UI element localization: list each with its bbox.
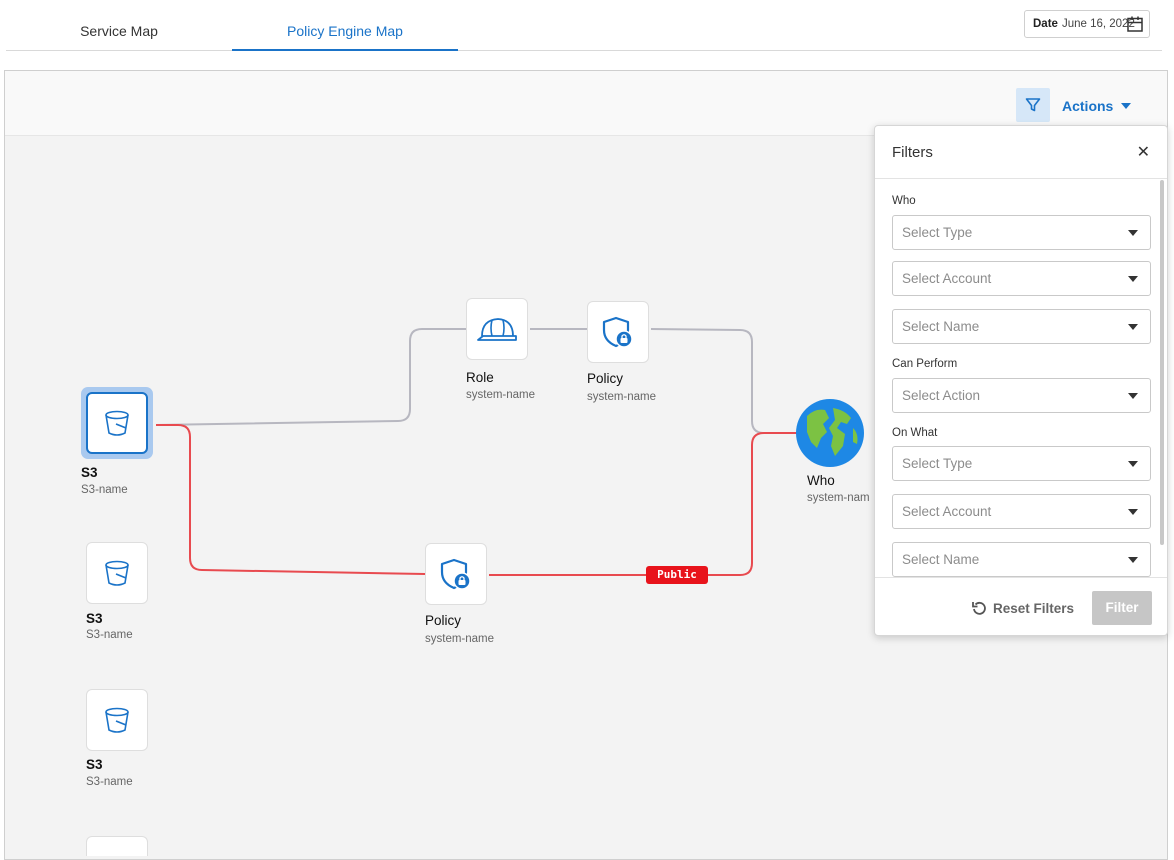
section-who-label: Who — [892, 195, 916, 207]
close-icon[interactable]: ✕ — [1137, 142, 1150, 162]
edge-s3-role — [155, 328, 466, 426]
who-type-placeholder: Select Type — [902, 225, 973, 240]
node-policy-top-subtitle: system-name — [587, 391, 657, 403]
who-account-select[interactable]: Select Account — [892, 261, 1151, 296]
chevron-down-icon — [1128, 509, 1138, 515]
section-can-perform-label: Can Perform — [892, 358, 958, 370]
filter-icon — [1025, 98, 1041, 112]
on-what-name-select[interactable]: Select Name — [892, 542, 1151, 577]
reset-filters-label: Reset Filters — [993, 600, 1075, 616]
shield-lock-icon — [602, 316, 633, 348]
filters-scrollbar[interactable] — [1160, 180, 1164, 545]
edge-policy-who-public — [489, 432, 800, 576]
node-s3-2-title: S3 — [86, 611, 103, 626]
node-s3-2-subtitle: S3-name — [86, 629, 133, 641]
chevron-down-icon — [1128, 324, 1138, 330]
action-placeholder: Select Action — [902, 388, 981, 403]
public-edge-badge: Public — [646, 566, 708, 584]
actions-dropdown[interactable]: Actions — [1062, 98, 1132, 114]
node-role-subtitle: system-name — [466, 389, 536, 401]
node-who-subtitle: system-nam — [807, 492, 870, 504]
reset-icon — [972, 601, 986, 615]
who-name-placeholder: Select Name — [902, 319, 980, 334]
filter-submit-button[interactable]: Filter — [1092, 591, 1152, 625]
filter-toggle-button[interactable] — [1016, 88, 1050, 122]
shield-lock-icon — [440, 558, 471, 590]
who-account-placeholder: Select Account — [902, 271, 992, 286]
node-policy-bottom[interactable] — [425, 543, 487, 605]
actions-label: Actions — [1062, 98, 1114, 114]
node-policy-bottom-title: Policy — [425, 613, 462, 628]
can-perform-action-select[interactable]: Select Action — [892, 378, 1151, 413]
who-name-select[interactable]: Select Name — [892, 309, 1151, 344]
node-s3-subtitle: S3-name — [81, 484, 128, 496]
on-what-type-select[interactable]: Select Type — [892, 446, 1151, 481]
reset-filters-button[interactable]: Reset Filters — [971, 600, 1074, 616]
filters-title: Filters — [892, 144, 933, 161]
filters-panel: Filters ✕ Who Select Type Select Account… — [874, 125, 1168, 636]
on-what-account-placeholder: Select Account — [902, 504, 992, 519]
chevron-down-icon — [1128, 393, 1138, 399]
hardhat-icon — [477, 318, 517, 341]
filters-header: Filters ✕ — [875, 126, 1167, 179]
node-role[interactable] — [466, 298, 528, 360]
edge-policy-who — [650, 328, 800, 434]
section-on-what-label: On What — [892, 427, 938, 439]
node-s3-3-subtitle: S3-name — [86, 776, 133, 788]
node-s3-2[interactable] — [86, 542, 148, 604]
chevron-down-icon — [1128, 557, 1138, 563]
node-policy-bottom-subtitle: system-name — [425, 633, 495, 645]
on-what-type-placeholder: Select Type — [902, 456, 973, 471]
node-s3-3-title: S3 — [86, 757, 103, 772]
on-what-name-placeholder: Select Name — [902, 552, 980, 567]
chevron-down-icon — [1128, 276, 1138, 282]
node-s3-selected[interactable] — [81, 387, 153, 459]
bucket-icon — [105, 560, 129, 586]
bucket-icon — [105, 707, 129, 733]
chevron-down-icon — [1121, 103, 1132, 109]
globe-icon[interactable] — [795, 398, 865, 468]
on-what-account-select[interactable]: Select Account — [892, 494, 1151, 529]
edge-s3-policy-public — [156, 424, 426, 575]
chevron-down-icon — [1128, 230, 1138, 236]
node-s3-4-partial[interactable] — [86, 836, 148, 856]
node-policy-top[interactable] — [587, 301, 649, 363]
chevron-down-icon — [1128, 461, 1138, 467]
who-type-select[interactable]: Select Type — [892, 215, 1151, 250]
node-who-title: Who — [807, 473, 835, 488]
filters-footer: Reset Filters Filter — [875, 577, 1167, 635]
node-s3-title: S3 — [81, 465, 98, 480]
node-role-title: Role — [466, 370, 494, 385]
bucket-icon — [105, 410, 129, 436]
node-policy-top-title: Policy — [587, 371, 624, 386]
node-s3-3[interactable] — [86, 689, 148, 751]
